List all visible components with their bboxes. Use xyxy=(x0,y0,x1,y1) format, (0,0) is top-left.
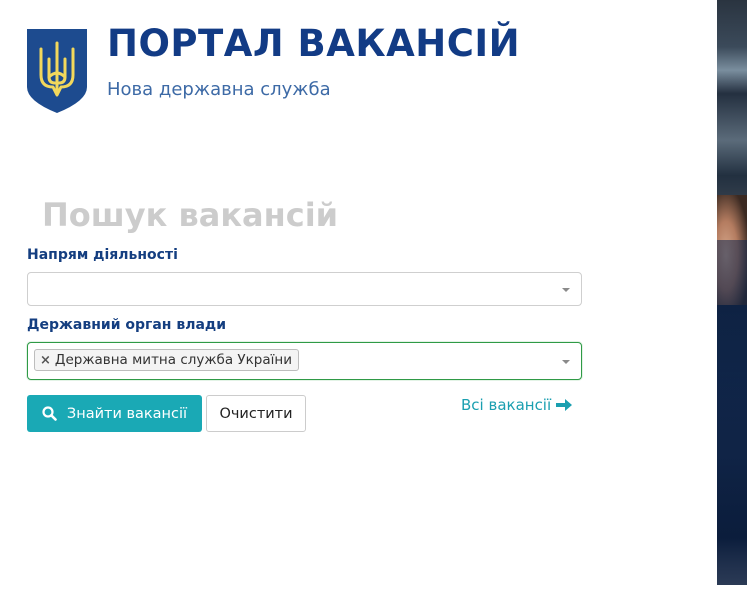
find-vacancies-button[interactable]: Знайти вакансії xyxy=(27,395,202,432)
photo-overlay xyxy=(717,240,747,585)
selected-authority-tag: × Державна митна служба України xyxy=(34,349,299,371)
search-heading: Пошук вакансій xyxy=(42,196,339,234)
all-vacancies-link[interactable]: Всі вакансії xyxy=(461,396,573,414)
chevron-down-icon xyxy=(562,288,570,292)
authority-label: Державний орган влади xyxy=(27,317,227,333)
all-vacancies-label: Всі вакансії xyxy=(461,396,552,414)
remove-tag-icon[interactable]: × xyxy=(40,353,51,368)
portal-title: ПОРТАЛ ВАКАНСІЙ xyxy=(107,22,521,65)
hero-photo xyxy=(717,0,747,585)
find-vacancies-label: Знайти вакансії xyxy=(66,405,188,422)
direction-select[interactable] xyxy=(27,272,582,306)
coat-of-arms-logo[interactable] xyxy=(27,29,87,113)
selected-authority-label: Державна митна служба України xyxy=(54,352,292,368)
search-icon xyxy=(42,406,57,421)
chevron-down-icon xyxy=(562,360,570,364)
clear-button[interactable]: Очистити xyxy=(206,395,306,432)
direction-label: Напрям діяльності xyxy=(27,247,178,263)
authority-select[interactable]: × Державна митна служба України xyxy=(27,342,582,380)
arrow-right-icon xyxy=(556,399,573,411)
portal-subtitle: Нова державна служба xyxy=(107,79,331,100)
